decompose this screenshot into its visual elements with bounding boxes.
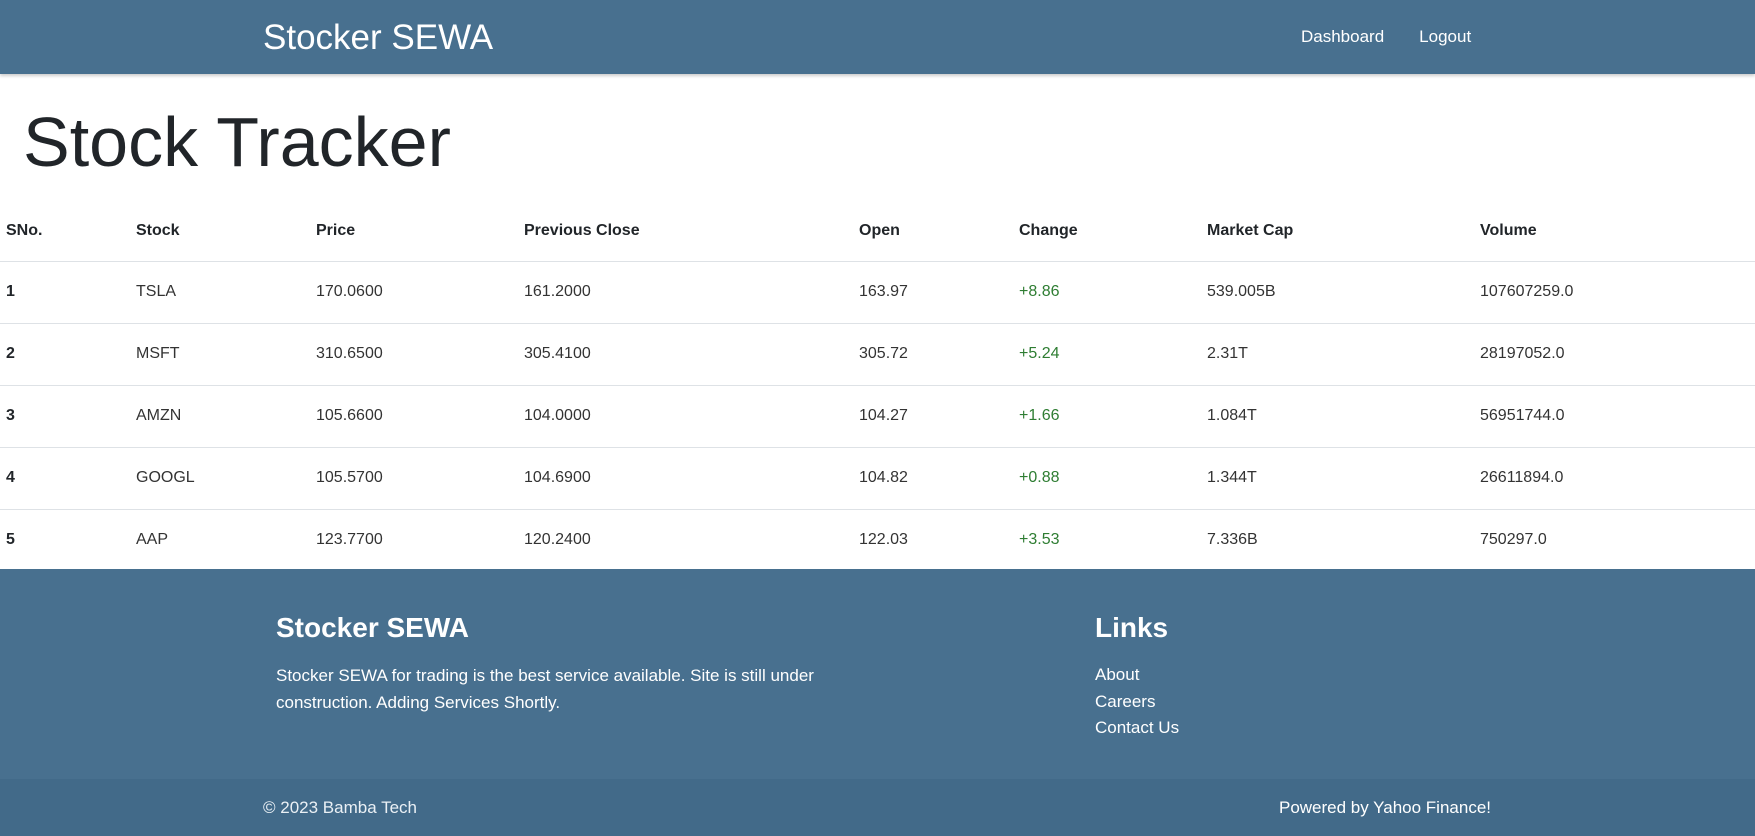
header-change: Change xyxy=(1013,202,1201,262)
header-stock: Stock xyxy=(130,202,310,262)
footer-links-title: Links xyxy=(1095,612,1169,643)
header-price: Price xyxy=(310,202,518,262)
cell-sno: 5 xyxy=(6,531,15,549)
cell-open: 104.82 xyxy=(853,447,1013,510)
nav-logout-link[interactable]: Logout xyxy=(1419,26,1471,48)
nav-dashboard-link[interactable]: Dashboard xyxy=(1301,26,1384,48)
cell-open: 104.27 xyxy=(853,385,1013,448)
table-row: 5 AAP 123.7700 120.2400 122.03 +3.53 7.3… xyxy=(0,509,1755,571)
header-market-cap: Market Cap xyxy=(1201,202,1474,262)
cell-market-cap: 539.005B xyxy=(1201,261,1474,324)
cell-open: 305.72 xyxy=(853,323,1013,386)
cell-volume: 107607259.0 xyxy=(1474,261,1755,324)
cell-sno: 3 xyxy=(0,385,130,448)
brand-logo[interactable]: Stocker SEWA xyxy=(263,18,493,58)
cell-price: 123.7700 xyxy=(316,531,383,549)
cell-previous-close: 120.2400 xyxy=(524,531,591,549)
cell-open: 163.97 xyxy=(853,261,1013,324)
cell-change: +3.53 xyxy=(1019,531,1060,549)
cell-previous-close: 104.6900 xyxy=(518,447,853,510)
cell-volume: 56951744.0 xyxy=(1474,385,1755,448)
header-previous-close: Previous Close xyxy=(518,202,853,262)
cell-volume: 26611894.0 xyxy=(1474,447,1755,510)
cell-change: +5.24 xyxy=(1013,323,1201,386)
header-sno: SNo. xyxy=(0,202,130,262)
table-row: 2 MSFT 310.6500 305.4100 305.72 +5.24 2.… xyxy=(0,323,1755,386)
footer-link-contact-us[interactable]: Contact Us xyxy=(1095,715,1179,742)
table-header-row: SNo. Stock Price Previous Close Open Cha… xyxy=(0,202,1755,262)
footer-link-careers[interactable]: Careers xyxy=(1095,689,1179,716)
cell-previous-close: 305.4100 xyxy=(518,323,853,386)
top-navbar: Stocker SEWA Dashboard Logout xyxy=(0,0,1755,74)
table-row: 1 TSLA 170.0600 161.2000 163.97 +8.86 53… xyxy=(0,261,1755,324)
cell-price: 310.6500 xyxy=(310,323,518,386)
powered-by-text: Powered by Yahoo Finance! xyxy=(1278,798,1491,817)
copyright-text: © 2023 Bamba Tech xyxy=(263,798,417,817)
cell-volume: 750297.0 xyxy=(1480,531,1547,549)
cell-stock: TSLA xyxy=(130,261,310,324)
table-row: 3 AMZN 105.6600 104.0000 104.27 +1.66 1.… xyxy=(0,385,1755,448)
page-title: Stock Tracker xyxy=(23,103,451,181)
cell-market-cap: 7.336B xyxy=(1207,531,1258,549)
cell-change: +0.88 xyxy=(1013,447,1201,510)
header-volume: Volume xyxy=(1474,202,1755,262)
cell-price: 105.5700 xyxy=(310,447,518,510)
cell-open: 122.03 xyxy=(859,531,908,549)
table-row: 4 GOOGL 105.5700 104.6900 104.82 +0.88 1… xyxy=(0,447,1755,510)
nav-links: Dashboard Logout xyxy=(1301,26,1471,48)
cell-stock: AAP xyxy=(136,531,169,549)
stock-table: SNo. Stock Price Previous Close Open Cha… xyxy=(0,202,1755,571)
cell-stock: MSFT xyxy=(130,323,310,386)
header-open: Open xyxy=(853,202,1013,262)
footer-link-about[interactable]: About xyxy=(1095,662,1179,689)
cell-price: 170.0600 xyxy=(310,261,518,324)
site-footer: Stocker SEWA Stocker SEWA for trading is… xyxy=(0,569,1755,779)
cell-sno: 4 xyxy=(0,447,130,510)
cell-previous-close: 161.2000 xyxy=(518,261,853,324)
cell-change: +8.86 xyxy=(1013,261,1201,324)
cell-volume: 28197052.0 xyxy=(1474,323,1755,386)
cell-sno: 1 xyxy=(0,261,130,324)
footer-description: Stocker SEWA for trading is the best ser… xyxy=(276,666,814,712)
cell-sno: 2 xyxy=(0,323,130,386)
cell-previous-close: 104.0000 xyxy=(518,385,853,448)
cell-stock: AMZN xyxy=(130,385,310,448)
footer-title: Stocker SEWA xyxy=(276,612,469,643)
cell-market-cap: 1.084T xyxy=(1201,385,1474,448)
cell-change: +1.66 xyxy=(1013,385,1201,448)
cell-market-cap: 1.344T xyxy=(1201,447,1474,510)
cell-market-cap: 2.31T xyxy=(1201,323,1474,386)
cell-price: 105.6600 xyxy=(310,385,518,448)
footer-links-list: About Careers Contact Us xyxy=(1095,662,1179,742)
copyright-bar: © 2023 Bamba Tech Powered by Yahoo Finan… xyxy=(0,779,1755,836)
cell-stock: GOOGL xyxy=(130,447,310,510)
